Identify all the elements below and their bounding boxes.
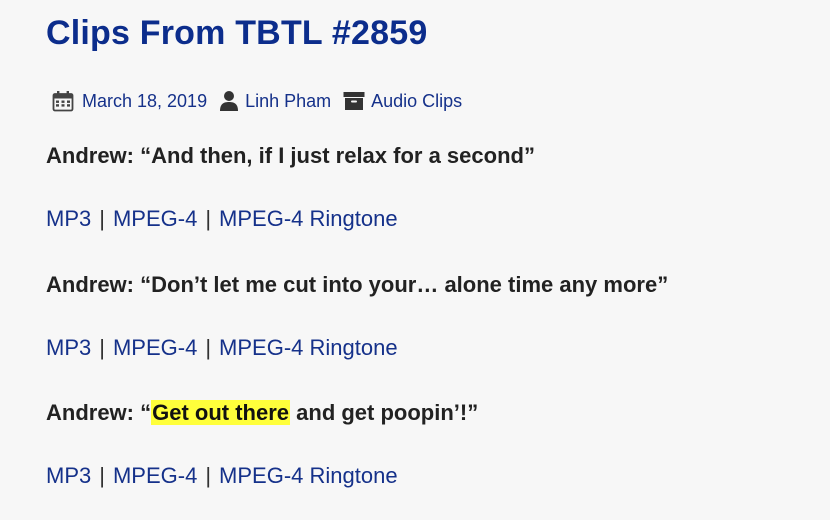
mp3-link[interactable]: MP3 <box>46 206 91 231</box>
calendar-icon <box>52 90 74 112</box>
quote-suffix: and get poopin’!” <box>290 400 479 425</box>
mp3-link[interactable]: MP3 <box>46 463 91 488</box>
ringtone-link[interactable]: MPEG-4 Ringtone <box>219 335 398 360</box>
quote-prefix: Andrew: “ <box>46 400 152 425</box>
post-article: Clips From TBTL #2859 March 18, 2019 Lin… <box>0 0 830 520</box>
link-separator: | <box>99 335 105 360</box>
ringtone-link[interactable]: MPEG-4 Ringtone <box>219 206 398 231</box>
post-meta: March 18, 2019 Linh Pham Audio Clips <box>52 88 474 114</box>
post-date: March 18, 2019 <box>52 90 207 112</box>
author-link[interactable]: Linh Pham <box>245 91 331 112</box>
link-separator: | <box>99 206 105 231</box>
mpeg4-link[interactable]: MPEG-4 <box>113 206 197 231</box>
clip-quote-3: Andrew: “Get out there and get poopin’!” <box>46 400 478 426</box>
highlighted-text: Get out there <box>151 400 291 425</box>
user-icon <box>219 90 239 112</box>
archive-box-icon <box>343 91 365 111</box>
date-link[interactable]: March 18, 2019 <box>82 91 207 112</box>
clip-quote-1: Andrew: “And then, if I just relax for a… <box>46 143 535 168</box>
post-title[interactable]: Clips From TBTL #2859 <box>46 14 427 53</box>
mpeg4-link[interactable]: MPEG-4 <box>113 463 197 488</box>
category-link[interactable]: Audio Clips <box>371 91 462 112</box>
clip-links-2: MP3 | MPEG-4 | MPEG-4 Ringtone <box>46 335 398 361</box>
link-separator: | <box>205 463 212 488</box>
clip-quote-2: Andrew: “Don’t let me cut into your… alo… <box>46 272 669 297</box>
clip-links-1: MP3 | MPEG-4 | MPEG-4 Ringtone <box>46 206 398 232</box>
clip-links-3: MP3 | MPEG-4 | MPEG-4 Ringtone <box>46 463 398 489</box>
mpeg4-link[interactable]: MPEG-4 <box>113 335 197 360</box>
link-separator: | <box>99 463 105 488</box>
link-separator: | <box>205 206 212 231</box>
ringtone-link[interactable]: MPEG-4 Ringtone <box>219 463 398 488</box>
post-author: Linh Pham <box>219 90 331 112</box>
post-category: Audio Clips <box>343 91 462 112</box>
mp3-link[interactable]: MP3 <box>46 335 91 360</box>
link-separator: | <box>205 335 212 360</box>
